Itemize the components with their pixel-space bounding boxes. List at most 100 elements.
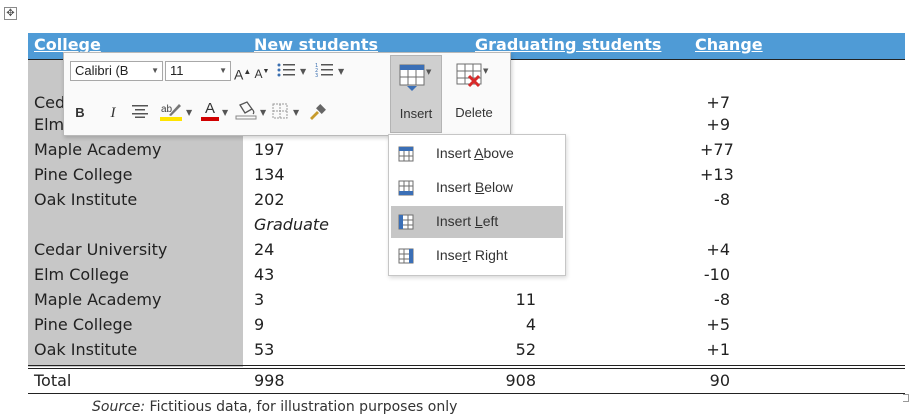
font-name-combo[interactable]: Calibri (B ▼	[70, 61, 163, 81]
cell-change[interactable]: +7	[700, 93, 730, 112]
cell-college[interactable]: Oak Institute	[34, 190, 137, 209]
menu-label-part: bove	[483, 145, 514, 161]
italic-button[interactable]: I	[106, 103, 120, 123]
borders-button[interactable]	[270, 103, 290, 123]
table-resize-corner[interactable]	[903, 394, 909, 402]
cell-new[interactable]: 24	[254, 240, 274, 259]
cell-college[interactable]: Elm College	[34, 265, 129, 284]
cell-total-label[interactable]: Total	[34, 371, 71, 390]
bullets-icon	[277, 63, 295, 77]
font-color-icon: A	[204, 100, 215, 117]
delete-button[interactable]: ▼ Delete	[446, 55, 502, 133]
insert-dropdown-menu: Insert Above Insert Below Insert Left In…	[388, 134, 566, 276]
chevron-down-icon[interactable]: ▼	[186, 103, 192, 123]
grow-font-icon: A	[234, 66, 244, 83]
cell-change[interactable]: +9	[700, 115, 730, 134]
source-text: Fictitious data, for illustration purpos…	[145, 399, 458, 415]
insert-above-icon	[398, 146, 414, 162]
align-center-button[interactable]	[130, 103, 150, 123]
mini-toolbar: Calibri (B ▼ 11 ▼ A▲ A▼ ▼ 1 2 3 ▼ B I ab…	[63, 52, 511, 136]
format-painter-icon	[310, 104, 326, 120]
cell-new[interactable]: 3	[254, 290, 264, 309]
header-change[interactable]: Change	[695, 35, 763, 54]
menu-item-insert-right[interactable]: Insert Right	[391, 240, 563, 272]
chevron-down-icon[interactable]: ▼	[293, 103, 299, 123]
menu-item-insert-above[interactable]: Insert Above	[391, 138, 563, 170]
cell-college[interactable]: Cedar University	[34, 240, 167, 259]
menu-label-part: t Right	[467, 247, 508, 263]
chevron-down-icon[interactable]: ▼	[260, 103, 266, 123]
cell-change[interactable]: +4	[700, 240, 730, 259]
highlight-button[interactable]: ab	[158, 101, 184, 121]
cell-change[interactable]: +1	[700, 340, 730, 359]
table-row[interactable]: Pine College 9 4 +5	[28, 313, 905, 338]
cell-college[interactable]: Pine College	[34, 315, 133, 334]
cell-college[interactable]: Maple Academy	[34, 140, 161, 159]
cell-grad[interactable]: 4	[491, 315, 536, 334]
menu-label-part: eft	[482, 213, 499, 229]
insert-table-icon: ▼	[399, 64, 432, 91]
font-name-value: Calibri (B	[75, 63, 129, 78]
total-row[interactable]: Total 998 908 90	[28, 369, 905, 394]
svg-text:▼: ▼	[483, 67, 489, 75]
svg-text:3: 3	[315, 73, 318, 78]
table-bottom-rule	[28, 393, 905, 394]
cell-new[interactable]: 9	[254, 315, 264, 334]
cell-change[interactable]: -8	[700, 190, 730, 209]
table-row[interactable]: Oak Institute 53 52 +1	[28, 338, 905, 363]
cell-new[interactable]: 202	[254, 190, 285, 209]
chevron-down-icon[interactable]: ▼	[300, 62, 306, 82]
align-center-icon	[132, 105, 148, 118]
bullets-button[interactable]	[276, 62, 298, 82]
insert-right-icon	[398, 248, 414, 264]
cell-change[interactable]: +13	[700, 165, 734, 184]
delete-label: Delete	[455, 105, 493, 120]
shrink-font-button[interactable]: A▼	[254, 62, 270, 82]
font-color-button[interactable]: A	[200, 101, 220, 121]
shading-button[interactable]	[234, 101, 258, 121]
cell-change[interactable]: +5	[700, 315, 730, 334]
cell-total-grad[interactable]: 908	[491, 371, 536, 390]
font-size-value: 11	[170, 63, 184, 78]
borders-icon	[272, 103, 288, 119]
source-label: Source:	[92, 399, 146, 415]
cell-new[interactable]: 43	[254, 265, 274, 284]
insert-label: Insert	[399, 106, 433, 121]
chevron-down-icon[interactable]: ▼	[222, 103, 228, 123]
font-size-combo[interactable]: 11 ▼	[165, 61, 231, 81]
cell-grad[interactable]: 52	[491, 340, 536, 359]
cell-new[interactable]: 197	[254, 140, 285, 159]
menu-item-insert-below[interactable]: Insert Below	[391, 172, 563, 204]
cell-new[interactable]: 53	[254, 340, 274, 359]
cell-college[interactable]: Maple Academy	[34, 290, 161, 309]
section-label-graduate[interactable]: Graduate	[254, 215, 329, 234]
cell-college[interactable]: Pine College	[34, 165, 133, 184]
cell-college[interactable]: Oak Institute	[34, 340, 137, 359]
chevron-down-icon[interactable]: ▼	[338, 62, 344, 82]
menu-accelerator: L	[474, 213, 483, 229]
insert-button[interactable]: ▼ Insert	[390, 55, 442, 133]
source-note: Source: Fictitious data, for illustratio…	[92, 399, 457, 415]
menu-item-insert-left[interactable]: Insert Left	[391, 206, 563, 238]
cell-change[interactable]: -8	[700, 290, 730, 309]
table-row[interactable]: Maple Academy 3 11 -8	[28, 288, 905, 313]
menu-label-part: Insert	[436, 145, 475, 161]
paint-bucket-icon	[235, 101, 257, 120]
cell-new[interactable]: 134	[254, 165, 285, 184]
cell-change[interactable]: -10	[700, 265, 730, 284]
cell-total-new[interactable]: 998	[254, 371, 285, 390]
menu-label-part: Insert	[436, 179, 475, 195]
bold-button[interactable]: B	[73, 103, 87, 123]
grow-font-button[interactable]: A▲	[234, 62, 251, 83]
shrink-font-icon: A	[254, 67, 263, 81]
chevron-down-icon: ▼	[219, 66, 227, 75]
chevron-down-icon: ▼	[151, 66, 159, 75]
insert-below-icon	[398, 180, 414, 196]
table-move-handle-icon[interactable]: ✥	[4, 7, 17, 20]
cell-total-change[interactable]: 90	[700, 371, 730, 390]
format-painter-button[interactable]	[306, 103, 328, 123]
cell-change[interactable]: +77	[700, 140, 734, 159]
numbering-button[interactable]: 1 2 3	[314, 62, 336, 82]
cell-grad[interactable]: 11	[491, 290, 536, 309]
menu-accelerator: B	[474, 179, 485, 195]
